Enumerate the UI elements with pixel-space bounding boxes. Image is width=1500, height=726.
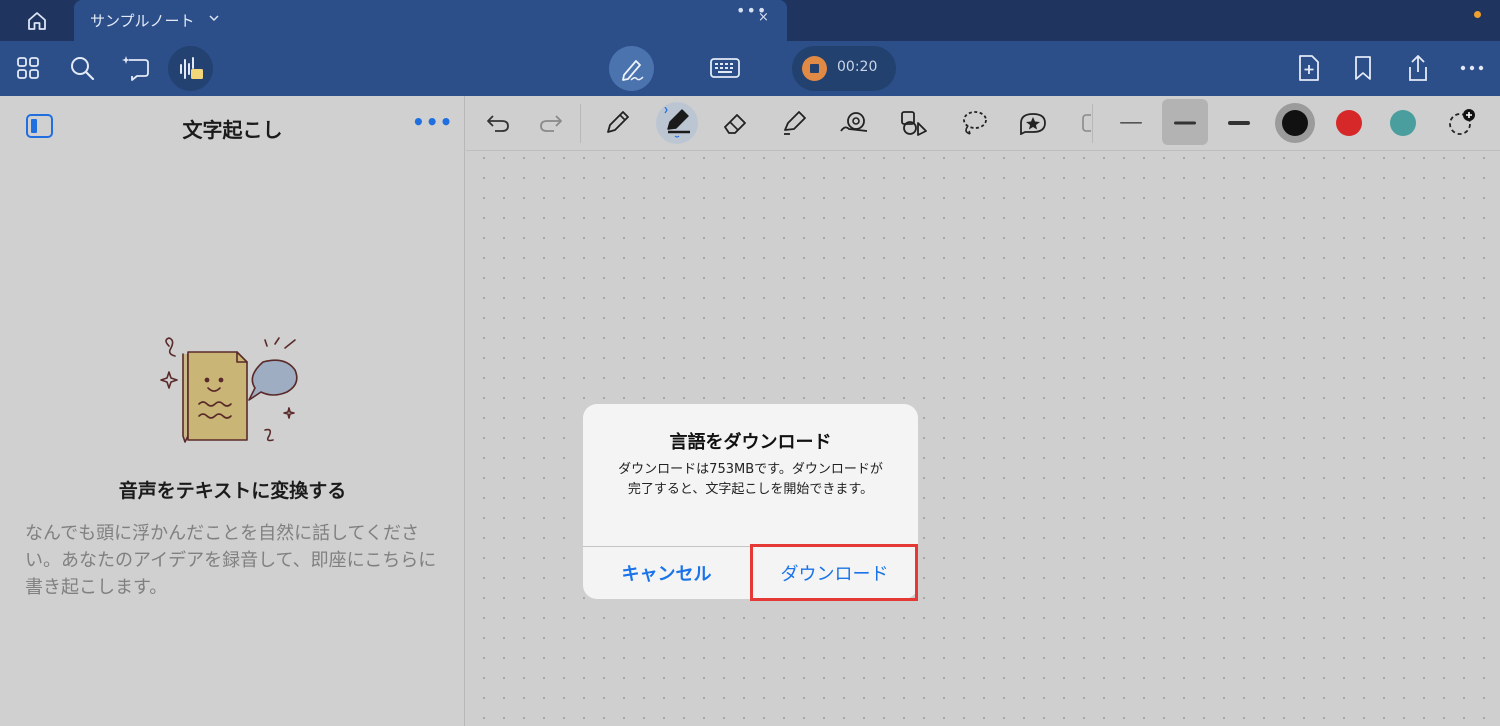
share-button[interactable] xyxy=(1398,48,1438,88)
cancel-button[interactable]: キャンセル xyxy=(583,546,750,599)
transcription-illustration xyxy=(160,337,298,443)
eraser-icon xyxy=(724,114,746,134)
pencil-tool[interactable] xyxy=(597,103,637,143)
undo-button[interactable] xyxy=(478,103,518,143)
line-thick-icon xyxy=(1228,121,1250,125)
search-icon xyxy=(71,57,95,81)
tab-close-icon[interactable]: × xyxy=(758,10,769,25)
search-button[interactable] xyxy=(62,48,102,88)
lasso-icon xyxy=(963,111,987,135)
sidebar-title: 文字起こし xyxy=(182,118,283,142)
transcribe-icon xyxy=(179,56,203,79)
empty-state-heading: 音声をテキストに変換する xyxy=(118,480,347,502)
toolbar-divider xyxy=(580,104,581,143)
color-swatch-teal[interactable] xyxy=(1390,110,1416,136)
add-color-button[interactable] xyxy=(1442,103,1482,143)
add-page-button[interactable] xyxy=(1289,48,1329,88)
element-tool[interactable] xyxy=(894,103,934,143)
record-stop-icon[interactable] xyxy=(802,56,827,81)
download-highlight-box xyxy=(750,544,918,601)
color-swatch-black[interactable] xyxy=(1282,110,1308,136)
main-toolbar: 00:20 xyxy=(0,41,1500,96)
ai-lasso-button[interactable] xyxy=(116,48,156,88)
keyboard-button[interactable] xyxy=(705,48,745,88)
eraser-tool[interactable] xyxy=(715,103,755,143)
pen-toolbar xyxy=(466,96,1500,151)
indicator-dot xyxy=(1474,11,1481,18)
dialog-message: ダウンロードは753MBです。ダウンロードが完了すると、文字起こしを開始できます… xyxy=(618,462,883,497)
bookmark-icon xyxy=(1355,56,1371,80)
bookmark-button[interactable] xyxy=(1343,48,1383,88)
highlighter-tool[interactable] xyxy=(774,103,814,143)
stroke-width-thick[interactable] xyxy=(1219,103,1259,143)
pencil-icon xyxy=(607,111,629,133)
chevron-down-icon[interactable] xyxy=(208,12,220,24)
stroke-width-thin[interactable] xyxy=(1111,103,1151,143)
note-tab[interactable]: サンプルノート ••• × xyxy=(74,0,787,41)
lasso-tool[interactable] xyxy=(954,103,994,143)
redo-icon xyxy=(540,115,562,132)
recording-timer: 00:20 xyxy=(837,59,878,75)
pen-mode-button[interactable] xyxy=(609,46,654,91)
color-swatch-red[interactable] xyxy=(1336,110,1362,136)
lasso-ai-icon xyxy=(122,56,149,81)
home-button[interactable] xyxy=(0,0,74,41)
shape-icon xyxy=(840,112,868,132)
more-icon xyxy=(1460,65,1484,71)
shape-tool[interactable] xyxy=(834,103,874,143)
transcribe-button[interactable] xyxy=(168,46,213,91)
pen-mode-icon xyxy=(621,59,644,81)
tab-title: サンプルノート xyxy=(90,12,195,30)
add-page-icon xyxy=(1299,55,1319,81)
sidebar-more-icon[interactable]: ••• xyxy=(412,110,453,134)
undo-icon xyxy=(487,115,509,132)
empty-state-description: なんでも頭に浮かんだことを自然に話してください。あなたのアイデアを録音して、即座… xyxy=(25,523,437,598)
more-button[interactable] xyxy=(1452,48,1492,88)
sticker-tool[interactable] xyxy=(1013,103,1053,143)
grid-icon xyxy=(17,57,39,79)
line-thin-icon xyxy=(1120,122,1142,124)
download-language-dialog: 言語をダウンロード ダウンロードは753MBです。ダウンロードが完了すると、文字… xyxy=(583,404,918,601)
fountain-pen-tool[interactable] xyxy=(657,103,697,143)
home-icon xyxy=(28,11,46,30)
dialog-title: 言語をダウンロード xyxy=(669,432,832,453)
keyboard-icon xyxy=(710,58,740,78)
element-icon xyxy=(901,111,927,136)
add-color-icon xyxy=(1449,109,1475,135)
recording-control[interactable]: 00:20 xyxy=(792,46,896,91)
line-medium-icon xyxy=(1174,121,1196,125)
sticker-icon xyxy=(1020,113,1046,135)
highlighter-icon xyxy=(784,111,806,135)
extra-tool-icon xyxy=(1082,114,1091,132)
share-icon xyxy=(1409,55,1427,81)
redo-button[interactable] xyxy=(531,103,571,143)
grid-button[interactable] xyxy=(8,48,48,88)
tab-bar: サンプルノート ••• × xyxy=(0,0,1500,41)
pen-icon xyxy=(664,107,690,138)
toolbar-divider xyxy=(1092,104,1093,143)
more-tools-peek[interactable] xyxy=(1071,103,1091,143)
stroke-width-medium[interactable] xyxy=(1165,103,1205,143)
transcription-sidebar: 文字起こし ••• 音声をテキストに変換する なんでも頭に浮かんだことを自然に話… xyxy=(0,96,465,726)
